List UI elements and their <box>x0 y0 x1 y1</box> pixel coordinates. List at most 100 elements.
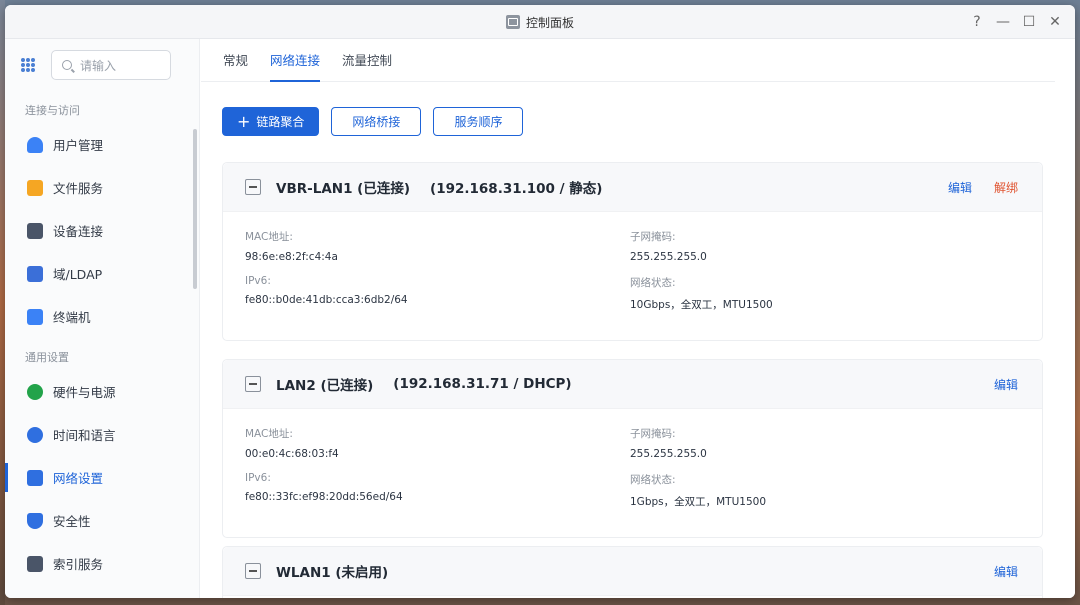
interface-card-vbr-lan1: VBR-LAN1 (已连接) (192.168.31.100 / 静态) 编辑 … <box>222 162 1043 341</box>
link-aggregation-label: 链路聚合 <box>256 115 305 129</box>
status-label: 网络状态: <box>630 277 676 289</box>
maximize-button[interactable]: ☐ <box>1017 10 1041 34</box>
mac-label: MAC地址: <box>245 231 293 243</box>
sidebar-item-domain-ldap[interactable]: 域/LDAP <box>5 252 199 295</box>
subnet-value: 255.255.255.0 <box>630 448 707 460</box>
sidebar-item-time-language[interactable]: 时间和语言 <box>5 413 199 456</box>
edit-link[interactable]: 编辑 <box>994 563 1018 580</box>
sidebar-item-label: 终端机 <box>53 310 91 325</box>
sidebar-item-network[interactable]: 网络设置 <box>5 456 199 499</box>
ipv6-field: IPv6: fe80::b0de:41db:cca3:6db2/64 <box>245 275 408 306</box>
sidebar-item-label: 安全性 <box>53 514 91 529</box>
link-aggregation-button[interactable]: + 链路聚合 <box>222 107 320 136</box>
interface-address: (192.168.31.71 / DHCP) <box>393 376 572 392</box>
collapse-icon[interactable] <box>245 179 261 195</box>
sidebar-item-label: 硬件与电源 <box>53 385 116 400</box>
status-label: 网络状态: <box>630 474 676 486</box>
folder-icon <box>27 179 43 196</box>
unbind-link[interactable]: 解绑 <box>994 179 1018 196</box>
sidebar-item-users[interactable]: 用户管理 <box>5 123 199 166</box>
interface-details: MAC地址: 00:e0:4c:68:03:f4 IPv6: fe80::33f… <box>223 409 1042 537</box>
sidebar-scrollbar[interactable] <box>193 129 197 289</box>
interface-actions: 编辑 <box>994 547 1018 596</box>
action-bar: + 链路聚合 网络桥接 服务顺序 <box>201 107 1075 136</box>
mac-field: MAC地址: 98:6e:e8:2f:c4:4a <box>245 229 338 263</box>
collapse-icon[interactable] <box>245 376 261 392</box>
sidebar-item-index[interactable]: 索引服务 <box>5 542 199 585</box>
control-panel-window: 控制面板 ? — ☐ ✕ 请输入 连接与访问 用户管理 文件服务 设备连接 域/… <box>5 5 1075 598</box>
interface-name: VBR-LAN1 (已连接) <box>276 181 411 197</box>
interface-card-header: VBR-LAN1 (已连接) (192.168.31.100 / 静态) 编辑 … <box>223 163 1042 212</box>
sidebar-item-label: 网络设置 <box>53 471 104 486</box>
minimize-button[interactable]: — <box>991 10 1015 34</box>
window-title-area: 控制面板 <box>5 5 1075 39</box>
tab-traffic-control[interactable]: 流量控制 <box>342 50 392 81</box>
tab-network-connection[interactable]: 网络连接 <box>270 50 321 82</box>
close-button[interactable]: ✕ <box>1043 10 1067 34</box>
subnet-value: 255.255.255.0 <box>630 251 707 263</box>
sidebar-item-hardware-power[interactable]: 硬件与电源 <box>5 370 199 413</box>
search-icon <box>62 60 72 70</box>
status-value: 10Gbps，全双工，MTU1500 <box>630 299 773 311</box>
sidebar-item-label: 设备连接 <box>53 224 104 239</box>
interface-card-wlan1: WLAN1 (未启用) 编辑 <box>222 546 1043 598</box>
interface-card-header: LAN2 (已连接) (192.168.31.71 / DHCP) 编辑 <box>223 360 1042 409</box>
mac-label: MAC地址: <box>245 428 293 440</box>
mac-field: MAC地址: 00:e0:4c:68:03:f4 <box>245 426 339 460</box>
interface-actions: 编辑 解绑 <box>948 163 1018 212</box>
status-value: 1Gbps，全双工，MTU1500 <box>630 496 766 508</box>
edit-link[interactable]: 编辑 <box>948 179 972 196</box>
app-grid-icon[interactable] <box>21 58 35 72</box>
interface-card-lan2: LAN2 (已连接) (192.168.31.71 / DHCP) 编辑 MAC… <box>222 359 1043 538</box>
interface-card-header: WLAN1 (未启用) 编辑 <box>223 547 1042 596</box>
status-field: 网络状态: 10Gbps，全双工，MTU1500 <box>630 275 773 312</box>
sidebar: 请输入 连接与访问 用户管理 文件服务 设备连接 域/LDAP 终端机 通用设置… <box>5 39 200 598</box>
service-order-button[interactable]: 服务顺序 <box>433 107 524 136</box>
section-label-general: 通用设置 <box>25 351 69 364</box>
sidebar-item-label: 用户管理 <box>53 138 104 153</box>
sidebar-item-label: 文件服务 <box>53 181 104 196</box>
sidebar-item-terminal[interactable]: 终端机 <box>5 295 199 338</box>
ipv6-value: fe80::33fc:ef98:20dd:56ed/64 <box>245 491 403 503</box>
plus-icon: + <box>237 111 251 131</box>
mac-value: 00:e0:4c:68:03:f4 <box>245 448 339 460</box>
search-input[interactable]: 请输入 <box>51 50 171 80</box>
interface-name: LAN2 (已连接) <box>276 378 374 394</box>
window-title: 控制面板 <box>525 15 574 30</box>
sidebar-top: 请输入 <box>5 39 199 91</box>
title-bar: 控制面板 ? — ☐ ✕ <box>5 5 1075 39</box>
sidebar-item-label: 时间和语言 <box>53 428 116 443</box>
subnet-label: 子网掩码: <box>630 231 676 243</box>
network-bridge-button[interactable]: 网络桥接 <box>331 107 422 136</box>
sidebar-item-label: 域/LDAP <box>53 267 103 282</box>
subnet-field: 子网掩码: 255.255.255.0 <box>630 229 707 263</box>
index-icon <box>27 555 43 572</box>
ipv6-value: fe80::b0de:41db:cca3:6db2/64 <box>245 294 408 306</box>
device-icon <box>27 222 43 239</box>
sidebar-item-file-service[interactable]: 文件服务 <box>5 166 199 209</box>
interface-details: MAC地址: 98:6e:e8:2f:c4:4a IPv6: fe80::b0d… <box>223 212 1042 340</box>
main-content: 常规 网络连接 流量控制 + 链路聚合 网络桥接 服务顺序 VBR-LAN1 (… <box>201 39 1075 598</box>
globe-icon <box>27 426 43 443</box>
ipv6-label: IPv6: <box>245 275 271 287</box>
network-icon <box>27 469 43 486</box>
status-field: 网络状态: 1Gbps，全双工，MTU1500 <box>630 472 766 509</box>
battery-icon <box>27 383 43 400</box>
tab-general[interactable]: 常规 <box>223 50 248 81</box>
interface-address: (192.168.31.100 / 静态) <box>430 181 603 197</box>
sidebar-item-devices[interactable]: 设备连接 <box>5 209 199 252</box>
collapse-icon[interactable] <box>245 563 261 579</box>
subnet-field: 子网掩码: 255.255.255.0 <box>630 426 707 460</box>
shield-icon <box>27 512 43 529</box>
sidebar-item-label: 索引服务 <box>53 557 104 572</box>
subnet-label: 子网掩码: <box>630 428 676 440</box>
edit-link[interactable]: 编辑 <box>994 376 1018 393</box>
help-button[interactable]: ? <box>965 10 989 34</box>
terminal-icon <box>27 308 43 325</box>
domain-icon <box>27 265 43 282</box>
sidebar-item-security[interactable]: 安全性 <box>5 499 199 542</box>
search-placeholder: 请输入 <box>80 58 117 73</box>
user-icon <box>27 136 43 153</box>
interface-actions: 编辑 <box>994 360 1018 409</box>
mac-value: 98:6e:e8:2f:c4:4a <box>245 251 338 263</box>
